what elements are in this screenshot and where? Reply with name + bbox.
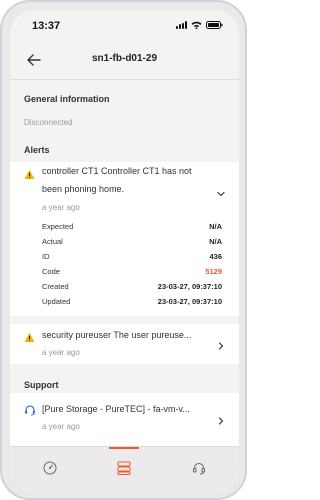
- detail-value: 436: [209, 252, 222, 261]
- detail-key: Created: [42, 282, 69, 291]
- alerts-heading: Alerts: [24, 145, 50, 155]
- support-ticket[interactable]: [Pure Storage - PureTEC] - fa-vm-v... a …: [10, 393, 239, 446]
- detail-row-actual: Actual N/A: [42, 237, 222, 251]
- chevron-right-icon[interactable]: [216, 413, 226, 425]
- alert-card[interactable]: controller CT1 Controller CT1 has not be…: [10, 162, 239, 316]
- signal-icon: [176, 21, 187, 29]
- detail-key: Updated: [42, 297, 71, 306]
- status-time: 13:37: [32, 20, 61, 32]
- detail-row-code: Code 5129: [42, 267, 222, 281]
- tab-storage[interactable]: [94, 447, 154, 494]
- alert-message-line1: controller CT1 Controller CT1 has not: [42, 166, 192, 176]
- detail-value-code: 5129: [205, 267, 222, 276]
- detail-key: Actual: [42, 237, 63, 246]
- alert-message: security pureuser The user pureuse...: [42, 330, 192, 340]
- support-ticket-title: [Pure Storage - PureTEC] - fa-vm-v...: [42, 404, 190, 414]
- phone-frame: 13:37 sn1-fb-d01-29 General information …: [0, 0, 247, 500]
- dashboard-icon: [43, 461, 57, 475]
- alert-message-line2: been phoning home.: [42, 184, 125, 194]
- bottom-tab-bar: [10, 446, 239, 494]
- detail-row-expected: Expected N/A: [42, 222, 222, 236]
- warning-icon: [24, 167, 35, 179]
- support-ticket-age: a year ago: [42, 422, 80, 431]
- main-content[interactable]: General information Disconnected Alerts …: [10, 80, 239, 446]
- detail-row-id: ID 436: [42, 252, 222, 266]
- chevron-right-icon[interactable]: [216, 338, 226, 350]
- detail-key: Expected: [42, 222, 74, 231]
- detail-key: Code: [42, 267, 60, 276]
- wifi-icon: [191, 21, 202, 29]
- status-icons: [176, 21, 223, 29]
- app-header: sn1-fb-d01-29: [10, 42, 239, 78]
- support-heading: Support: [24, 380, 59, 390]
- connection-status: Disconnected: [24, 118, 73, 127]
- app-screen: 13:37 sn1-fb-d01-29 General information …: [10, 10, 239, 494]
- support-headset-icon: [193, 463, 205, 475]
- detail-row-updated: Updated 23-03-27, 09:37:10: [42, 297, 222, 311]
- status-bar: 13:37: [10, 10, 239, 40]
- storage-icon: [117, 461, 131, 475]
- detail-value: 23-03-27, 09:37:10: [157, 282, 222, 291]
- alert-card[interactable]: security pureuser The user pureuse... a …: [10, 324, 239, 364]
- warning-icon: [24, 330, 35, 342]
- battery-icon: [206, 21, 223, 29]
- detail-row-created: Created 23-03-27, 09:37:10: [42, 282, 222, 296]
- detail-value: N/A: [209, 237, 222, 246]
- page-title: sn1-fb-d01-29: [91, 53, 157, 64]
- detail-value: N/A: [209, 222, 222, 231]
- alert-age: a year ago: [42, 348, 80, 357]
- detail-value: 23-03-27, 09:37:10: [157, 297, 222, 306]
- tab-support[interactable]: [169, 447, 229, 494]
- chevron-down-icon[interactable]: [216, 186, 226, 197]
- headset-icon: [24, 403, 36, 416]
- alert-age: a year ago: [42, 203, 80, 212]
- detail-key: ID: [42, 252, 50, 261]
- general-info-heading: General information: [24, 94, 110, 104]
- tab-dashboard[interactable]: [20, 447, 80, 494]
